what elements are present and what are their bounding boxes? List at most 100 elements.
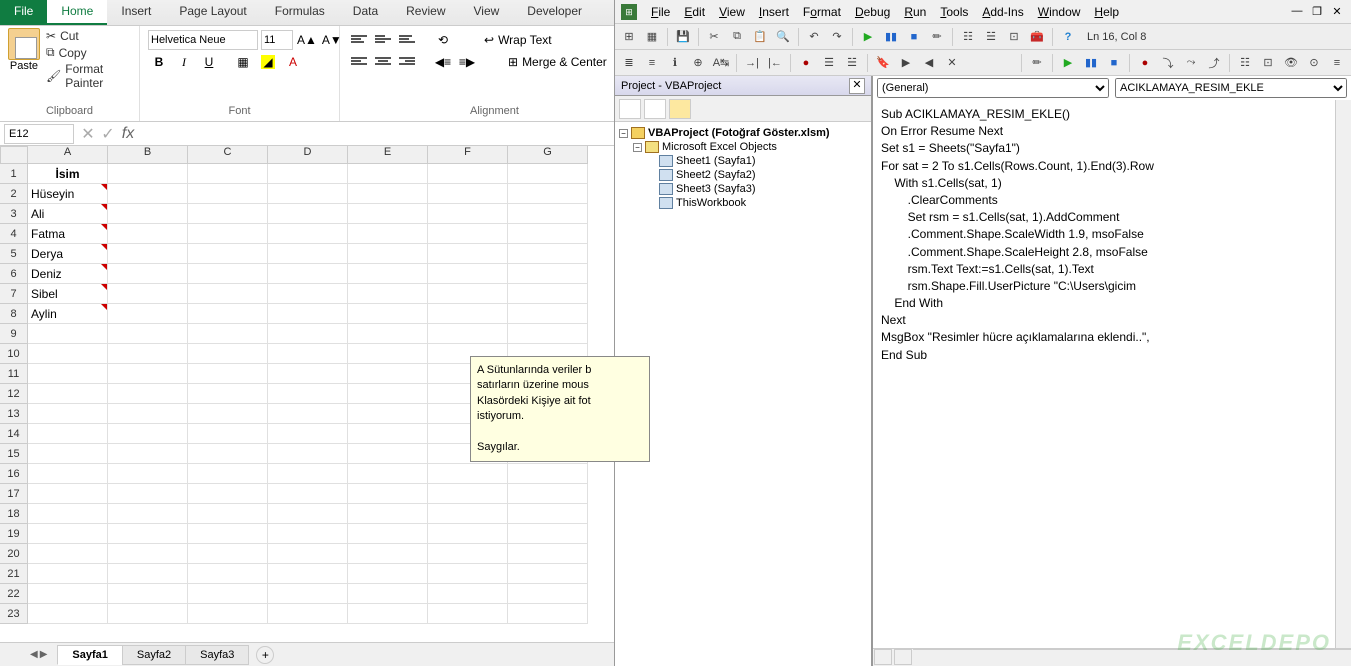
- paste-icon[interactable]: 📋: [750, 27, 770, 47]
- align-right-button[interactable]: [396, 52, 418, 72]
- row-header[interactable]: 1: [0, 164, 28, 184]
- column-header[interactable]: D: [268, 146, 348, 164]
- increase-font-button[interactable]: A▲: [296, 30, 318, 50]
- merge-center-button[interactable]: ⊞Merge & Center: [502, 53, 613, 71]
- cell[interactable]: Sibel: [28, 284, 108, 304]
- cell[interactable]: [108, 484, 188, 504]
- tab-file[interactable]: File: [0, 0, 47, 25]
- border-button[interactable]: ▦: [232, 52, 254, 72]
- cell[interactable]: Aylin: [28, 304, 108, 324]
- cell[interactable]: [268, 384, 348, 404]
- align-middle-button[interactable]: [372, 30, 394, 50]
- reset-icon[interactable]: ■: [904, 27, 924, 47]
- procedure-dropdown[interactable]: ACIKLAMAYA_RESIM_EKLE: [1115, 78, 1347, 98]
- redo-icon[interactable]: ↷: [827, 27, 847, 47]
- cell[interactable]: [348, 344, 428, 364]
- cell[interactable]: [108, 284, 188, 304]
- find-icon[interactable]: 🔍: [773, 27, 793, 47]
- cell[interactable]: [108, 524, 188, 544]
- cell[interactable]: [108, 464, 188, 484]
- cell[interactable]: [428, 464, 508, 484]
- cell[interactable]: [508, 264, 588, 284]
- row-header[interactable]: 15: [0, 444, 28, 464]
- row-header[interactable]: 8: [0, 304, 28, 324]
- cell[interactable]: [28, 564, 108, 584]
- cell[interactable]: [268, 204, 348, 224]
- cell[interactable]: [428, 504, 508, 524]
- cell[interactable]: [188, 604, 268, 624]
- increase-indent-button[interactable]: ≡▶: [456, 52, 478, 72]
- row-header[interactable]: 11: [0, 364, 28, 384]
- cell[interactable]: [428, 484, 508, 504]
- cell[interactable]: [268, 284, 348, 304]
- vbe-menu-debug[interactable]: Debug: [849, 3, 896, 21]
- row-header[interactable]: 18: [0, 504, 28, 524]
- vbe-menu-tools[interactable]: Tools: [934, 3, 974, 21]
- cell[interactable]: [28, 384, 108, 404]
- cell[interactable]: [508, 604, 588, 624]
- cell[interactable]: [268, 324, 348, 344]
- cell[interactable]: [508, 304, 588, 324]
- cell[interactable]: [268, 444, 348, 464]
- code-editor[interactable]: Sub ACIKLAMAYA_RESIM_EKLE() On Error Res…: [873, 100, 1351, 648]
- list-properties-icon[interactable]: ≣: [619, 53, 639, 73]
- cell[interactable]: [28, 484, 108, 504]
- cell[interactable]: [268, 364, 348, 384]
- bookmark-prev-icon[interactable]: ◀: [919, 53, 939, 73]
- toggle-folders-button[interactable]: [669, 99, 691, 119]
- tab-review[interactable]: Review: [392, 0, 459, 25]
- cell[interactable]: [188, 224, 268, 244]
- vbe-menu-addins[interactable]: Add-Ins: [976, 3, 1029, 21]
- cell[interactable]: [508, 164, 588, 184]
- cell[interactable]: [428, 564, 508, 584]
- cell[interactable]: [28, 604, 108, 624]
- cell[interactable]: [508, 244, 588, 264]
- cell[interactable]: [28, 584, 108, 604]
- cell[interactable]: Hüseyin: [28, 184, 108, 204]
- complete-word-icon[interactable]: A↹: [711, 53, 731, 73]
- cell[interactable]: [348, 364, 428, 384]
- cell[interactable]: [28, 324, 108, 344]
- cell[interactable]: [188, 404, 268, 424]
- cell[interactable]: [428, 524, 508, 544]
- project-close-button[interactable]: ✕: [849, 78, 865, 94]
- sheet-tab-sayfa2[interactable]: Sayfa2: [122, 645, 186, 665]
- sheet-nav-first-icon[interactable]: ◀: [30, 649, 38, 660]
- cell[interactable]: [28, 544, 108, 564]
- cell[interactable]: [188, 524, 268, 544]
- cell[interactable]: [508, 544, 588, 564]
- cell[interactable]: [348, 324, 428, 344]
- name-box[interactable]: [4, 124, 74, 144]
- tab-data[interactable]: Data: [339, 0, 392, 25]
- cell[interactable]: [188, 244, 268, 264]
- column-header[interactable]: A: [28, 146, 108, 164]
- cell[interactable]: [108, 364, 188, 384]
- cell[interactable]: [508, 524, 588, 544]
- align-top-button[interactable]: [348, 30, 370, 50]
- cut-button[interactable]: ✂Cut: [46, 28, 131, 44]
- cell[interactable]: [108, 224, 188, 244]
- cell[interactable]: Fatma: [28, 224, 108, 244]
- vbe-menu-edit[interactable]: Edit: [678, 3, 711, 21]
- cell[interactable]: Ali: [28, 204, 108, 224]
- vbe-menu-window[interactable]: Window: [1032, 3, 1087, 21]
- cell[interactable]: [108, 544, 188, 564]
- cell[interactable]: [348, 544, 428, 564]
- tab-view[interactable]: View: [460, 0, 514, 25]
- step-out-icon[interactable]: ⤴: [1204, 53, 1224, 73]
- cell[interactable]: [188, 464, 268, 484]
- cell[interactable]: [348, 484, 428, 504]
- cell[interactable]: [188, 364, 268, 384]
- project-tree[interactable]: −VBAProject (Fotoğraf Göster.xlsm) −Micr…: [615, 122, 871, 666]
- cancel-icon[interactable]: ✕: [78, 124, 98, 144]
- font-color-button[interactable]: A: [282, 52, 304, 72]
- format-painter-button[interactable]: 🖌Format Painter: [46, 61, 131, 91]
- cell[interactable]: [508, 284, 588, 304]
- debug-pause-icon[interactable]: ▮▮: [1081, 53, 1101, 73]
- cell[interactable]: [428, 244, 508, 264]
- orientation-button[interactable]: ⟲: [432, 30, 454, 50]
- cell[interactable]: [108, 424, 188, 444]
- cell[interactable]: [508, 584, 588, 604]
- cell[interactable]: [348, 384, 428, 404]
- cell[interactable]: [508, 464, 588, 484]
